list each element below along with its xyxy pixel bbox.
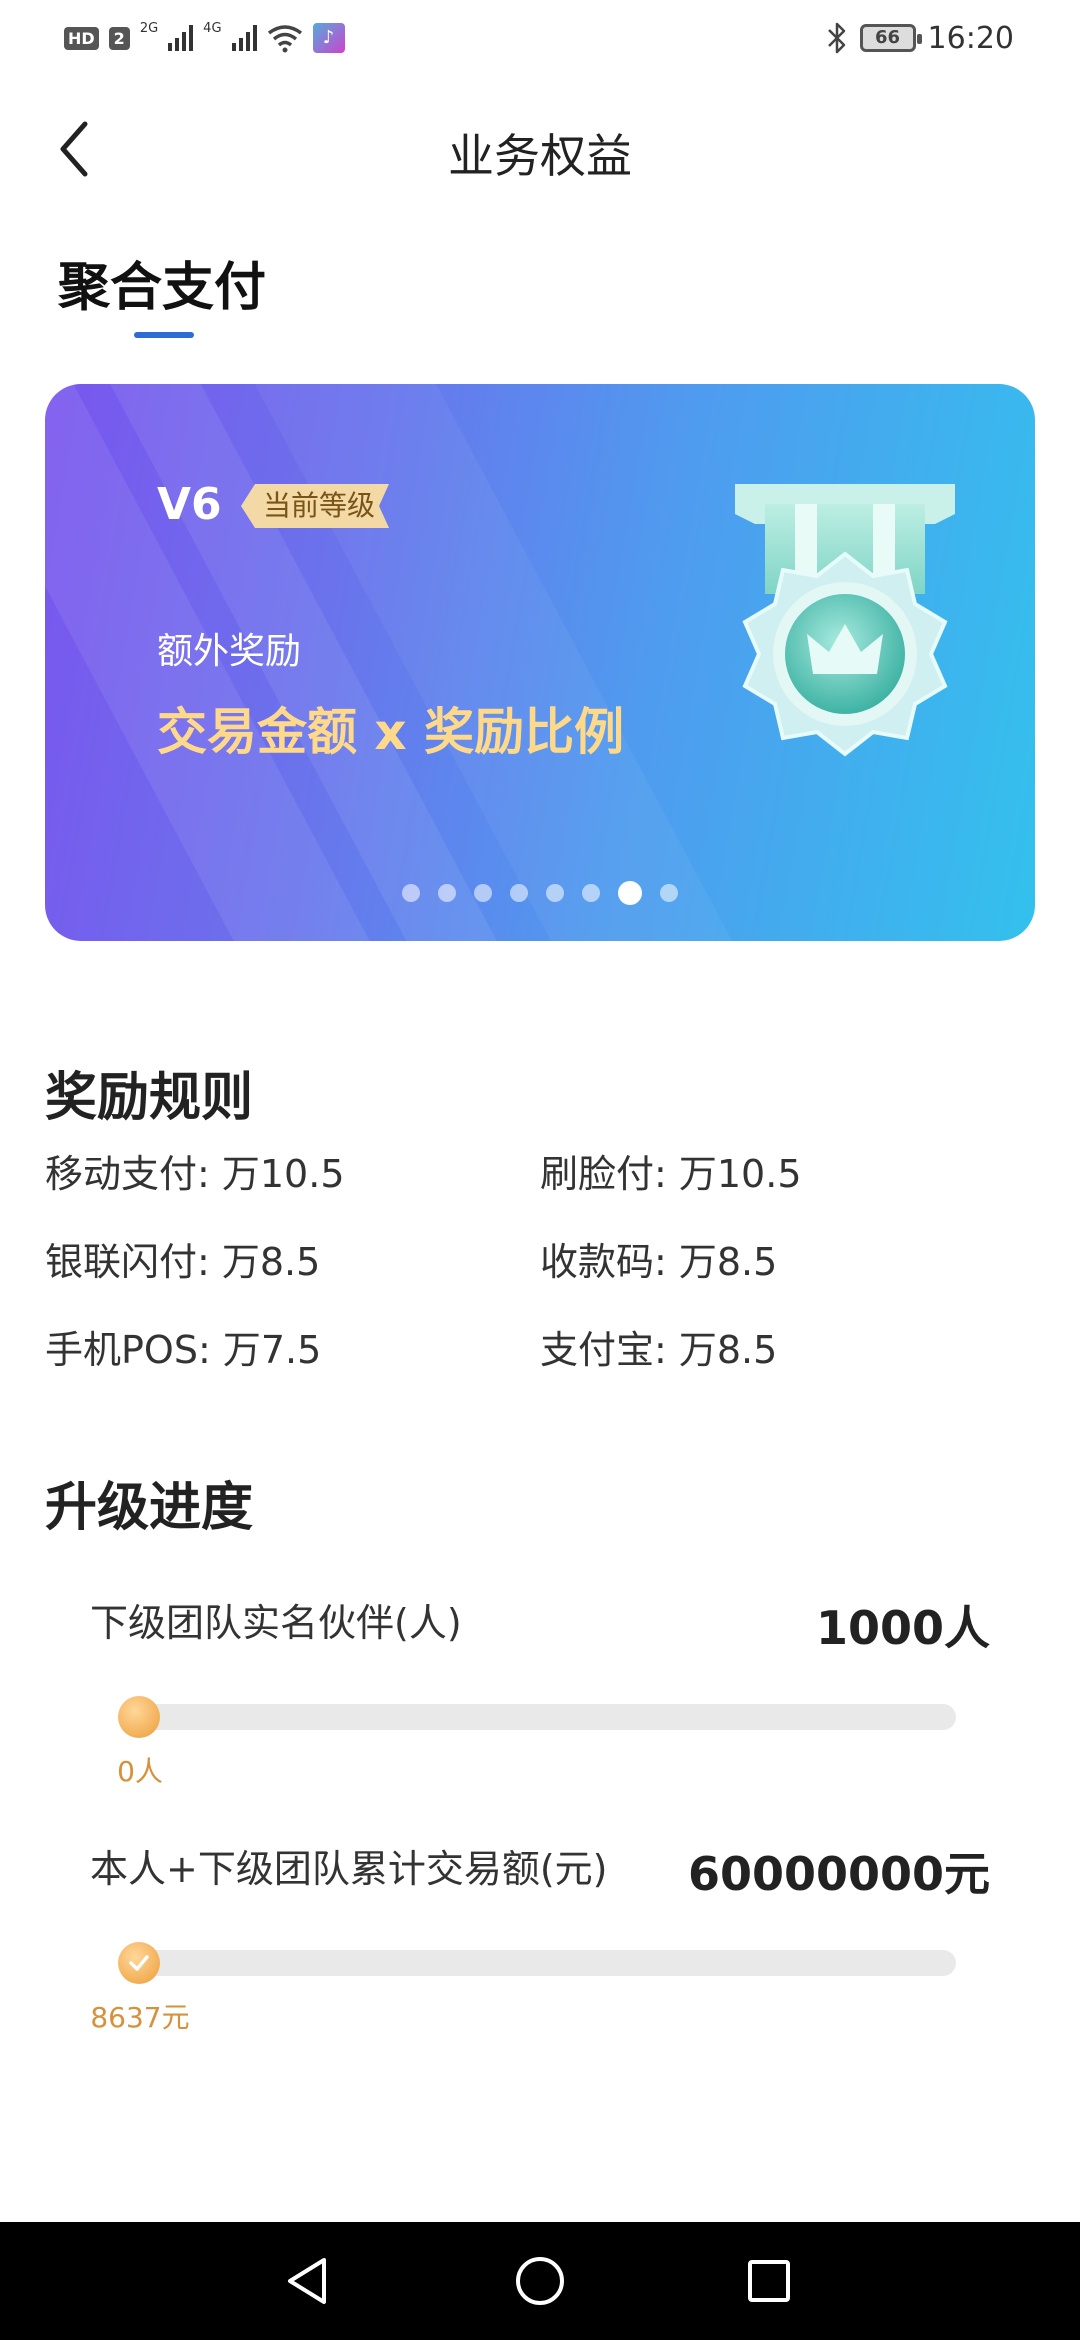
carousel-dot[interactable] <box>474 884 492 902</box>
progress-partners: 下级团队实名伙伴(人) 1000人 0人 <box>90 1592 990 1792</box>
carousel-dot[interactable] <box>438 884 456 902</box>
tab-aggregate-payment[interactable]: 聚合支付 <box>58 245 266 320</box>
app-notification-icon: ♪ <box>312 23 345 53</box>
wifi-icon <box>267 25 302 53</box>
nav-home-button[interactable] <box>505 2246 575 2316</box>
sim-icon: 2 <box>108 26 130 50</box>
carousel-dot[interactable] <box>582 884 600 902</box>
medal-icon <box>735 484 955 757</box>
rule-payment-code: 收款码: 万8.5 <box>540 1240 778 1284</box>
progress-target: 1000人 <box>815 1601 990 1655</box>
rule-mobile-pay: 移动支付: 万10.5 <box>45 1152 345 1196</box>
carousel-dot[interactable] <box>660 884 678 902</box>
page-title: 业务权益 <box>448 129 632 183</box>
circle-home-icon <box>516 2257 564 2305</box>
progress-knob <box>118 1942 160 1984</box>
progress-current: 8637元 <box>90 2001 190 2034</box>
rule-alipay: 支付宝: 万8.5 <box>540 1328 778 1372</box>
progress-target: 60000000元 <box>687 1847 990 1901</box>
rule-mobile-pos: 手机POS: 万7.5 <box>45 1328 322 1372</box>
progress-label: 本人+下级团队累计交易额(元) <box>90 1847 608 1891</box>
rules-grid: 移动支付: 万10.5 刷脸付: 万10.5 银联闪付: 万8.5 收款码: 万… <box>45 1152 1035 1372</box>
rule-face-pay: 刷脸付: 万10.5 <box>540 1152 802 1196</box>
progress-volume: 本人+下级团队累计交易额(元) 60000000元 8637元 <box>90 1838 990 2038</box>
progress-label: 下级团队实名伙伴(人) <box>90 1601 462 1645</box>
current-level-tag: 当前等级 <box>241 484 389 528</box>
check-icon <box>129 1955 149 1971</box>
level-value: V6 <box>157 479 222 530</box>
battery-icon: 66 <box>859 24 922 52</box>
network-label-2g: 2G <box>139 20 159 36</box>
progress-track <box>120 1950 956 1976</box>
carousel-dot[interactable] <box>546 884 564 902</box>
signal-icon <box>231 25 257 51</box>
clock: 16:20 <box>927 20 1014 56</box>
carousel-dot[interactable] <box>402 884 420 902</box>
status-left: HD 2 2G 4G ♪ <box>64 20 345 56</box>
bonus-label: 额外奖励 <box>157 631 302 672</box>
network-label-4g: 4G <box>203 20 222 36</box>
hd-icon: HD <box>64 26 99 50</box>
tab-indicator <box>134 332 194 338</box>
signal-icon <box>168 25 194 51</box>
progress-current: 0人 <box>117 1755 163 1788</box>
rule-unionpay-quickpass: 银联闪付: 万8.5 <box>45 1240 321 1284</box>
nav-back-button[interactable] <box>272 2246 342 2316</box>
status-right: 66 16:20 <box>826 18 1014 58</box>
bluetooth-icon <box>827 22 845 54</box>
upgrade-title: 升级进度 <box>45 1478 254 1538</box>
system-nav-bar <box>0 2222 1080 2340</box>
bonus-formula: 交易金额 x 奖励比例 <box>157 703 625 761</box>
level-banner[interactable]: V6 当前等级 额外奖励 交易金额 x 奖励比例 <box>45 384 1035 941</box>
rules-title: 奖励规则 <box>45 1068 254 1128</box>
carousel-dot-active[interactable] <box>618 881 642 905</box>
progress-track <box>120 1704 956 1730</box>
carousel-pagination <box>45 881 1035 905</box>
progress-knob <box>118 1696 160 1738</box>
nav-recents-button[interactable] <box>734 2246 804 2316</box>
header: 业务权益 <box>0 100 1080 196</box>
square-recents-icon <box>748 2260 790 2302</box>
triangle-back-icon <box>288 2258 326 2304</box>
carousel-dot[interactable] <box>510 884 528 902</box>
status-bar: HD 2 2G 4G ♪ 66 16:20 <box>0 0 1080 76</box>
